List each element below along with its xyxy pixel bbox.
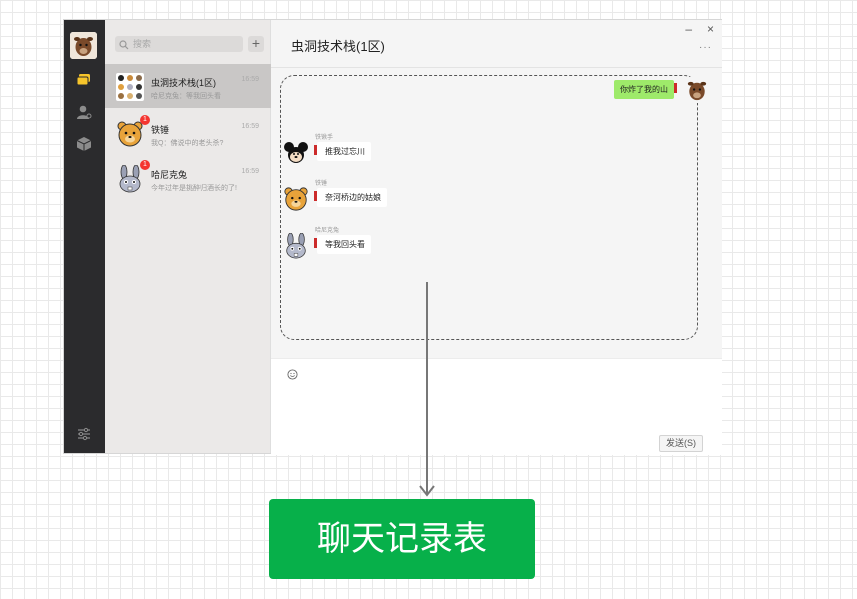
message-sender: 铁锤 [315,181,328,187]
chat-pane: 虫洞技术栈(1区) – × ··· 你炸了我的山 铁锹手 推我过忘川 铁锤 奈河… [271,20,722,455]
send-button[interactable]: 发送(S) [659,435,703,452]
session-item[interactable]: 虫洞技术栈(1区) 16:59 哈尼克兔：等我回头看 [105,64,271,108]
message-row: 铁锤 奈河桥边的姑娘 [283,181,483,216]
search-icon [119,39,129,50]
message-sender: 铁锹手 [315,135,334,141]
message-input[interactable]: 发送(S) [271,358,722,455]
bear-avatar [283,186,309,212]
unread-badge: 1 [140,115,150,125]
chat-title: 虫洞技术栈(1区) [291,39,385,54]
rabbit-avatar [116,165,144,193]
self-avatar [684,77,710,103]
unread-badge: 1 [140,160,150,170]
minimize-button[interactable]: – [685,22,692,36]
bear-avatar [116,120,144,148]
session-preview: 我Q：佛说中的老头杀? [151,140,224,147]
message-bubble: 等我回头看 [314,235,371,254]
message-bubble: 奈河桥边的姑娘 [314,188,387,207]
chat-window: 搜索 + 虫洞技术栈(1区) 16:59 哈尼克兔：等我回头看 1 铁锤 16:… [63,19,722,455]
session-time: 16:59 [241,123,259,130]
session-preview: 哈尼克兔：等我回头看 [151,93,221,100]
session-time: 16:59 [241,168,259,175]
group-avatar [116,73,144,101]
chat-icon[interactable] [76,72,92,88]
down-arrow [419,282,435,497]
self-message-bubble: 你炸了我的山 [614,80,677,99]
search-input[interactable]: 搜索 [115,36,243,52]
close-button[interactable]: × [707,22,714,36]
rabbit-avatar [283,232,309,259]
session-preview: 今年过年是挑醉归酒长的了! [151,185,237,192]
more-icon[interactable]: ··· [699,42,712,53]
settings-icon[interactable] [76,426,92,442]
session-name: 铁锤 [151,125,170,135]
contacts-icon[interactable] [76,104,92,120]
message-row: 哈尼克兔 等我回头看 [283,228,483,263]
search-placeholder: 搜索 [133,39,152,49]
session-list: 搜索 + 虫洞技术栈(1区) 16:59 哈尼克兔：等我回头看 1 铁锤 16:… [105,20,271,453]
message-row: 铁锹手 推我过忘川 [283,135,483,170]
session-name: 虫洞技术栈(1区) [151,78,216,88]
my-avatar[interactable] [70,32,97,59]
mickey-avatar [283,140,309,166]
emoji-icon[interactable] [287,367,298,380]
nav-rail [64,20,105,453]
message-sender: 哈尼克兔 [315,228,340,234]
chat-record-table-box: 聊天记录表 [269,499,535,579]
chat-header: 虫洞技术栈(1区) – × ··· [271,20,722,68]
session-item[interactable]: 1 哈尼克兔 16:59 今年过年是挑醉归酒长的了! [105,156,271,200]
add-chat-button[interactable]: + [248,36,264,52]
message-bubble: 推我过忘川 [314,142,371,161]
message-area: 你炸了我的山 铁锹手 推我过忘川 铁锤 奈河桥边的姑娘 哈尼克兔 等我回头看 [271,68,722,358]
session-name: 哈尼克兔 [151,170,188,180]
favorites-icon[interactable] [76,136,92,152]
session-time: 16:59 [241,76,259,83]
session-item[interactable]: 1 铁锤 16:59 我Q：佛说中的老头杀? [105,111,271,155]
